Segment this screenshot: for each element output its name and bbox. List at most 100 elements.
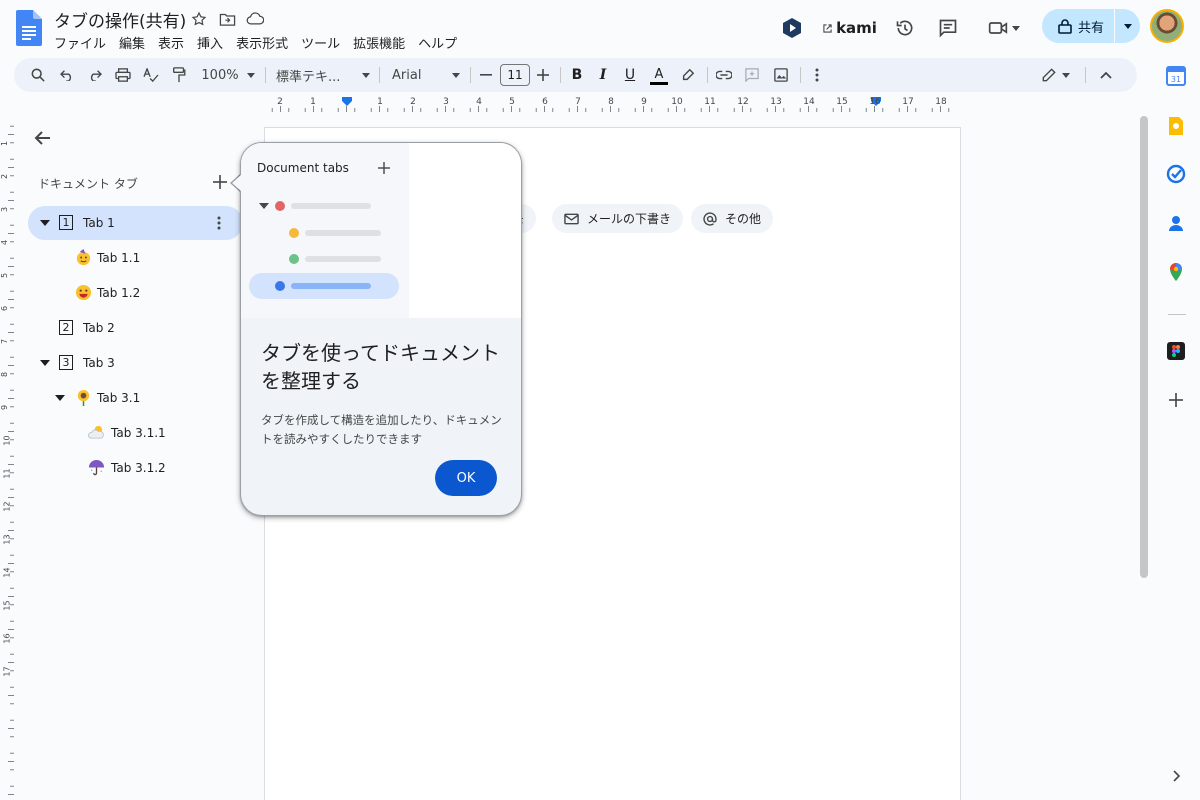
share-dropdown-button[interactable] xyxy=(1115,23,1140,29)
sidebar-tab-3[interactable]: 3 Tab 3 xyxy=(28,346,243,380)
increase-font-size-icon[interactable] xyxy=(535,58,551,92)
toolbar-divider xyxy=(560,67,561,83)
font-size-input[interactable]: 11 xyxy=(500,64,530,86)
search-menus-icon[interactable] xyxy=(28,58,48,92)
ruler-number: 15 xyxy=(836,97,848,107)
collapse-caret-icon[interactable] xyxy=(55,395,65,401)
insert-comment-icon[interactable] xyxy=(742,58,762,92)
sun-behind-cloud-emoji-icon xyxy=(88,425,104,439)
paragraph-style-select[interactable]: 標準テキ... xyxy=(276,58,370,92)
menu-file[interactable]: ファイル xyxy=(54,33,113,52)
chip-email-draft[interactable]: メールの下書き xyxy=(552,204,684,233)
get-addons-plus-icon[interactable] xyxy=(1166,390,1186,410)
ruler-number: 5 xyxy=(509,97,515,107)
menu-view[interactable]: 表示 xyxy=(158,33,191,52)
account-avatar[interactable] xyxy=(1150,9,1184,43)
editing-mode-select[interactable] xyxy=(1038,58,1074,92)
extension-play-icon[interactable] xyxy=(780,14,804,42)
sidebar-tab-1[interactable]: 1 Tab 1 xyxy=(28,206,243,240)
vruler-number: 5 xyxy=(0,272,10,279)
insert-link-icon[interactable] xyxy=(714,58,734,92)
kami-label: kami xyxy=(836,19,877,37)
vruler-number: 2 xyxy=(0,173,10,180)
ruler-number: 4 xyxy=(476,97,482,107)
sidebar-tab-2[interactable]: 2 Tab 2 xyxy=(28,311,243,345)
print-icon[interactable] xyxy=(113,58,133,92)
highlight-color-icon[interactable] xyxy=(678,58,698,92)
vertical-ruler[interactable]: 1 2 3 4 5 6 7 8 9 10 11 12 13 14 15 16 1… xyxy=(0,114,14,800)
figma-addon-icon[interactable] xyxy=(1166,341,1186,361)
vruler-number: 3 xyxy=(0,206,10,213)
hide-menus-chevron-up-icon[interactable] xyxy=(1096,58,1116,92)
ruler-number: 1 xyxy=(310,97,316,107)
underline-button[interactable]: U xyxy=(620,58,640,92)
menu-extensions[interactable]: 拡張機能 xyxy=(353,33,412,52)
version-history-icon[interactable] xyxy=(893,14,917,42)
share-main-button[interactable]: 共有 xyxy=(1042,9,1114,43)
paragraph-style-value: 標準テキ... xyxy=(276,69,341,85)
tab-label: Tab 3.1.1 xyxy=(111,426,166,440)
ruler-number: 1 xyxy=(377,97,383,107)
bold-button[interactable]: B xyxy=(567,58,587,92)
vertical-scrollbar[interactable] xyxy=(1140,116,1148,578)
sidebar-tab-3-1[interactable]: Tab 3.1 xyxy=(28,381,243,415)
menu-tools[interactable]: ツール xyxy=(301,33,347,52)
contacts-icon[interactable] xyxy=(1166,213,1186,233)
font-family-select[interactable]: Arial xyxy=(392,58,460,92)
ruler-number: 8 xyxy=(608,97,614,107)
more-options-icon[interactable] xyxy=(807,58,827,92)
text-color-button[interactable]: A xyxy=(648,58,670,92)
spellcheck-icon[interactable] xyxy=(141,58,161,92)
back-arrow-icon[interactable] xyxy=(33,128,55,150)
vruler-number: 13 xyxy=(2,534,12,545)
chip-more[interactable]: その他 xyxy=(691,204,774,233)
document-title[interactable]: タブの操作(共有) xyxy=(54,7,186,32)
maps-icon[interactable] xyxy=(1166,262,1186,282)
google-docs-logo-icon[interactable] xyxy=(16,10,42,46)
left-indent-marker[interactable] xyxy=(342,97,352,106)
menu-format[interactable]: 表示形式 xyxy=(236,33,295,52)
popover-ok-button[interactable]: OK xyxy=(435,460,497,496)
umbrella-emoji-icon xyxy=(88,459,105,476)
redo-icon[interactable] xyxy=(85,58,105,92)
vruler-number: 9 xyxy=(0,404,10,411)
ruler-number: 14 xyxy=(803,97,815,107)
sidebar-tab-3-1-1[interactable]: Tab 3.1.1 xyxy=(28,416,243,450)
calendar-icon[interactable]: 31 xyxy=(1166,66,1186,86)
tasks-icon[interactable] xyxy=(1166,164,1186,184)
add-tab-plus-icon[interactable] xyxy=(213,173,227,194)
collapse-caret-icon[interactable] xyxy=(40,360,50,366)
move-folder-icon[interactable] xyxy=(216,8,238,30)
italic-button[interactable]: I xyxy=(593,58,613,92)
zoom-select[interactable]: 100% xyxy=(198,58,258,92)
collapse-caret-icon[interactable] xyxy=(40,220,50,226)
tab-options-icon[interactable] xyxy=(217,215,221,234)
toolbar-divider xyxy=(379,67,380,83)
illustration-placeholder-line xyxy=(291,203,371,209)
menu-help[interactable]: ヘルプ xyxy=(418,33,464,52)
sidebar-tab-3-1-2[interactable]: Tab 3.1.2 xyxy=(28,451,243,485)
meet-button[interactable] xyxy=(984,14,1024,42)
kami-extension-button[interactable]: kami xyxy=(822,14,878,42)
insert-image-icon[interactable] xyxy=(771,58,791,92)
comments-icon[interactable] xyxy=(936,14,960,42)
illustration-placeholder-line xyxy=(291,283,371,289)
menu-insert[interactable]: 挿入 xyxy=(197,33,230,52)
horizontal-ruler[interactable]: 2 1 1 2 3 4 5 6 7 8 9 10 11 12 13 14 15 … xyxy=(262,96,962,112)
menu-edit[interactable]: 編集 xyxy=(119,33,152,52)
party-face-emoji-icon xyxy=(76,249,91,266)
star-icon[interactable] xyxy=(188,8,210,30)
tab-number-icon: 2 xyxy=(59,320,73,335)
paint-format-icon[interactable] xyxy=(169,58,189,92)
ruler-number: 2 xyxy=(410,97,416,107)
keep-icon[interactable] xyxy=(1166,116,1186,136)
side-panel: 31 xyxy=(1160,56,1200,800)
sidebar-tab-1-2[interactable]: Tab 1.2 xyxy=(28,276,243,310)
share-button[interactable]: 共有 xyxy=(1042,9,1140,43)
chevron-down-icon xyxy=(246,72,255,78)
undo-icon[interactable] xyxy=(57,58,77,92)
decrease-font-size-icon[interactable] xyxy=(478,58,494,92)
cloud-saved-icon[interactable] xyxy=(244,8,266,30)
sidebar-tab-1-1[interactable]: Tab 1.1 xyxy=(28,241,243,275)
expand-panel-chevron-icon[interactable] xyxy=(1166,766,1186,786)
